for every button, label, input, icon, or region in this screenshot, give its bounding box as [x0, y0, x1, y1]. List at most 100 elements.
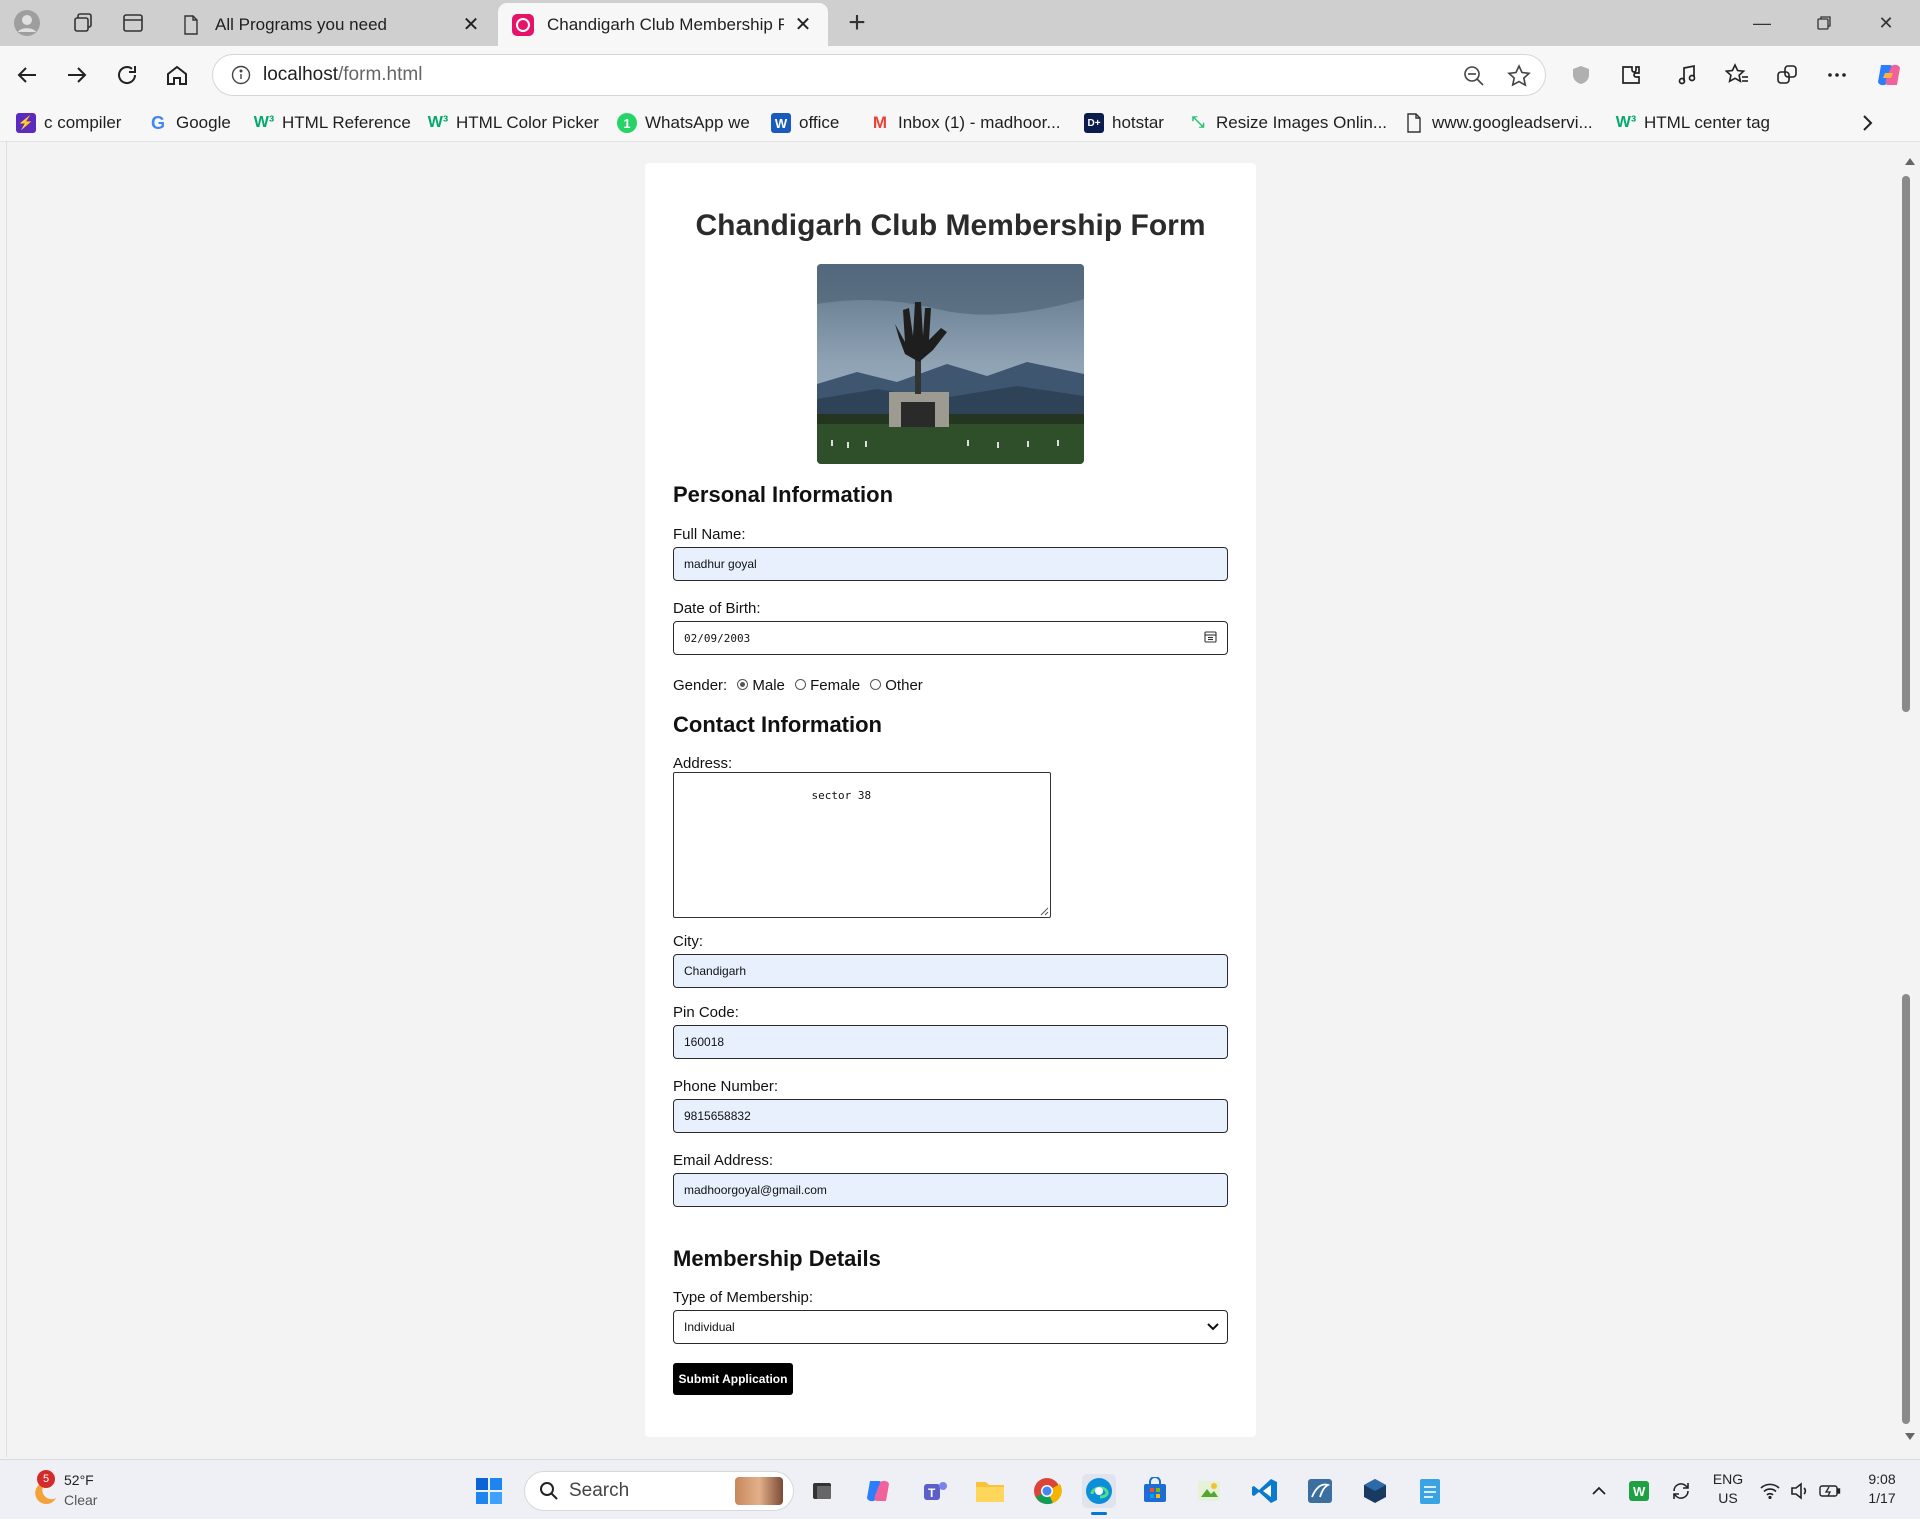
w3schools-icon: W³ [427, 114, 449, 131]
bookmark-label: c compiler [44, 113, 122, 132]
gender-label: Gender: [673, 677, 728, 694]
bookmark-googleadservices[interactable]: www.googleadservi... [1404, 110, 1593, 136]
url-path: /form.html [338, 64, 423, 85]
info-icon[interactable] [231, 65, 251, 85]
extensions-icon[interactable] [1614, 58, 1648, 92]
address-bar[interactable]: localhost/form.html [212, 54, 1546, 96]
dob-input[interactable]: 02/09/2003 [673, 621, 1228, 655]
copilot-icon[interactable] [1872, 58, 1906, 92]
city-value: Chandigarh [684, 964, 747, 978]
mysql-workbench-icon[interactable] [1303, 1474, 1337, 1508]
close-icon[interactable]: ✕ [792, 14, 814, 36]
store-icon[interactable] [1138, 1474, 1172, 1508]
wifi-icon[interactable] [1756, 1474, 1784, 1508]
paint-icon[interactable] [1192, 1474, 1226, 1508]
windows-taskbar: 5 52°F Clear Search T W ENG US 9:08 1/17 [0, 1459, 1920, 1519]
bookmark-hotstar[interactable]: D+ hotstar [1084, 110, 1164, 136]
media-control-icon[interactable] [1670, 58, 1704, 92]
zoom-out-icon[interactable] [1463, 65, 1485, 93]
vertical-tabs-icon[interactable] [118, 8, 148, 38]
weather-badge: 5 [37, 1470, 55, 1488]
copilot-taskbar-icon[interactable] [861, 1474, 895, 1508]
tab-membership-form[interactable]: Chandigarh Club Membership For ✕ [498, 3, 828, 46]
full-name-label: Full Name: [673, 526, 746, 543]
full-name-input[interactable]: madhur goyal [673, 547, 1228, 581]
address-textarea[interactable]: sector 38 [673, 772, 1051, 918]
city-input[interactable]: Chandigarh [673, 954, 1228, 988]
favorites-icon[interactable] [1720, 58, 1754, 92]
start-icon[interactable] [472, 1474, 506, 1508]
scrollbar-thumb[interactable] [1902, 176, 1910, 712]
workspaces-icon[interactable] [68, 8, 98, 38]
restore-icon[interactable] [1802, 8, 1846, 38]
shield-extension-icon[interactable] [1564, 58, 1598, 92]
membership-type-label: Type of Membership: [673, 1289, 814, 1306]
bookmark-html-color-picker[interactable]: W³ HTML Color Picker [428, 110, 599, 136]
bookmark-gmail[interactable]: M Inbox (1) - madhoor... [870, 110, 1061, 136]
scroll-down-icon[interactable] [1904, 1432, 1916, 1442]
google-icon: G [150, 112, 165, 133]
page-icon [180, 14, 202, 36]
show-hidden-icons-chevron-up-icon[interactable] [1582, 1474, 1616, 1508]
virtualbox-icon[interactable] [1358, 1474, 1392, 1508]
radio-female[interactable] [795, 678, 807, 690]
email-input[interactable]: madhoorgoyal@gmail.com [673, 1173, 1228, 1207]
bookmark-html-center-tag[interactable]: W³ HTML center tag [1616, 110, 1770, 136]
clock-time: 9:08 [1868, 1471, 1896, 1487]
favorite-star-icon[interactable] [1507, 64, 1531, 94]
vscode-icon[interactable] [1248, 1474, 1282, 1508]
minimize-icon[interactable]: — [1740, 8, 1784, 38]
submit-application-button[interactable]: Submit Application [673, 1363, 793, 1395]
close-icon[interactable]: ✕ [460, 14, 482, 36]
volume-icon[interactable] [1786, 1474, 1814, 1508]
pin-code-input[interactable]: 160018 [673, 1025, 1228, 1059]
home-icon[interactable] [160, 58, 194, 92]
file-explorer-icon[interactable] [973, 1474, 1007, 1508]
bookmark-label: Inbox (1) - madhoor... [898, 113, 1061, 132]
back-icon[interactable] [10, 58, 44, 92]
forward-icon[interactable] [60, 58, 94, 92]
edge-icon[interactable] [1082, 1474, 1116, 1515]
phone-input[interactable]: 9815658832 [673, 1099, 1228, 1133]
taskbar-search[interactable]: Search [524, 1471, 794, 1511]
sync-icon[interactable] [1664, 1474, 1698, 1508]
membership-type-select[interactable]: Individual [673, 1310, 1228, 1344]
radio-male-label: Male [752, 677, 785, 694]
scroll-up-icon[interactable] [1904, 156, 1916, 166]
refresh-icon[interactable] [110, 58, 144, 92]
bookmark-resize-images[interactable]: ⤡ Resize Images Onlin... [1188, 110, 1387, 136]
collections-icon[interactable] [1770, 58, 1804, 92]
task-view-icon[interactable] [805, 1474, 839, 1508]
close-window-icon[interactable]: ✕ [1864, 8, 1908, 38]
tab-strip: All Programs you need ✕ Chandigarh Club … [0, 0, 1920, 46]
pin-code-value: 160018 [684, 1035, 725, 1049]
bookmark-html-reference[interactable]: W³ HTML Reference [254, 110, 411, 136]
new-tab-icon[interactable]: + [842, 6, 872, 39]
battery-charging-icon[interactable] [1816, 1474, 1844, 1508]
bookmark-office[interactable]: W office [771, 110, 839, 136]
radio-male[interactable] [737, 678, 749, 690]
calendar-icon[interactable] [1204, 630, 1217, 646]
profile-icon[interactable] [12, 8, 42, 38]
more-options-icon[interactable] [1820, 58, 1854, 92]
clock-date: 1/17 [1868, 1490, 1896, 1506]
language-indicator[interactable]: ENG US [1710, 1471, 1746, 1506]
tray-app-green-icon[interactable]: W [1622, 1474, 1656, 1508]
bookmark-c-compiler[interactable]: ⚡ c compiler [16, 110, 121, 136]
scrollbar-track-segment [1902, 994, 1910, 1424]
radio-female-label: Female [810, 677, 861, 694]
language-bottom: US [1718, 1490, 1738, 1506]
resize-handle-icon[interactable] [1039, 906, 1049, 916]
notepad-icon[interactable] [1413, 1474, 1447, 1508]
chrome-icon[interactable] [1030, 1474, 1064, 1508]
chevron-right-icon[interactable] [1860, 110, 1874, 136]
bookmark-google[interactable]: G Google [148, 110, 231, 136]
teams-icon[interactable]: T [918, 1474, 952, 1508]
weather-icon[interactable]: 5 [24, 1470, 64, 1508]
radio-other[interactable] [870, 678, 882, 690]
language-top: ENG [1712, 1471, 1744, 1487]
radio-other-label: Other [885, 677, 923, 694]
clock[interactable]: 9:08 1/17 [1860, 1471, 1904, 1506]
bookmark-whatsapp[interactable]: 1 WhatsApp we [617, 110, 750, 136]
tab-all-programs[interactable]: All Programs you need ✕ [166, 3, 496, 46]
